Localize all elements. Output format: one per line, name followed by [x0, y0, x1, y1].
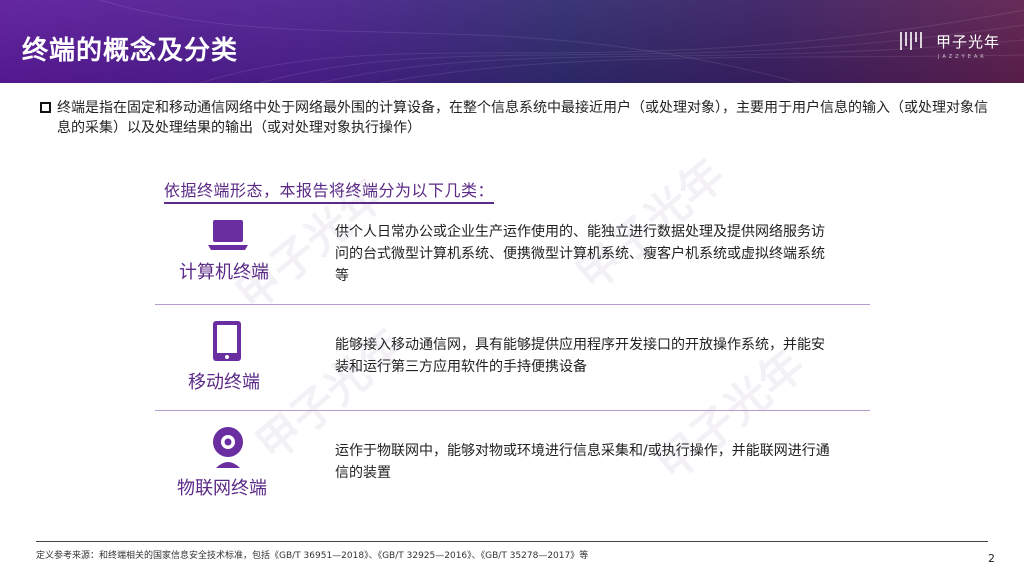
definition-paragraph: 终端是指在固定和移动通信网络中处于网络最外围的计算设备，在整个信息系统中最接近用… [40, 98, 990, 138]
webcam-icon [213, 427, 243, 468]
category-label: 移动终端 [188, 372, 260, 393]
row-divider [155, 410, 870, 411]
logo-mark-icon [900, 32, 922, 50]
row-divider [155, 304, 870, 305]
category-description: 运作于物联网中，能够对物或环境进行信息采集和/或执行操作，并能联网进行通信的装置 [335, 443, 830, 481]
bullet-square-icon [40, 102, 51, 113]
category-row-computer: 计算机终端 供个人日常办公或企业生产运作使用的、能独立进行数据处理及提供网络服务… [155, 212, 870, 304]
category-description: 供个人日常办公或企业生产运作使用的、能独立进行数据处理及提供网络服务访问的台式微… [335, 224, 825, 284]
category-description: 能够接入移动通信网，具有能够提供应用程序开发接口的开放操作系统，并能安装和运行第… [335, 337, 825, 375]
definition-text: 终端是指在固定和移动通信网络中处于网络最外围的计算设备，在整个信息系统中最接近用… [57, 100, 988, 136]
laptop-icon [208, 220, 248, 250]
logo-subtext: JAZZYEAR [938, 54, 987, 60]
category-label: 计算机终端 [179, 262, 269, 283]
category-row-iot: 物联网终端 运作于物联网中，能够对物或环境进行信息采集和/或执行操作，并能联网进… [155, 424, 870, 514]
brand-logo: 甲子光年 JAZZYEAR [898, 30, 1001, 60]
header-banner: 终端的概念及分类 甲子光年 JAZZYEAR [0, 0, 1024, 83]
category-label: 物联网终端 [177, 478, 267, 499]
category-row-mobile: 移动终端 能够接入移动通信网，具有能够提供应用程序开发接口的开放操作系统，并能安… [155, 318, 870, 408]
logo-text: 甲子光年 [936, 32, 1001, 51]
footer-divider [36, 541, 988, 542]
classification-subtitle: 依据终端形态，本报告将终端分为以下几类： [164, 177, 495, 204]
page-title: 终端的概念及分类 [22, 36, 239, 66]
source-footnote: 定义参考来源：和终端相关的国家信息安全技术标准，包括《GB/T 36951—20… [36, 551, 589, 561]
page-number: 2 [988, 552, 995, 565]
tablet-icon [213, 321, 241, 361]
